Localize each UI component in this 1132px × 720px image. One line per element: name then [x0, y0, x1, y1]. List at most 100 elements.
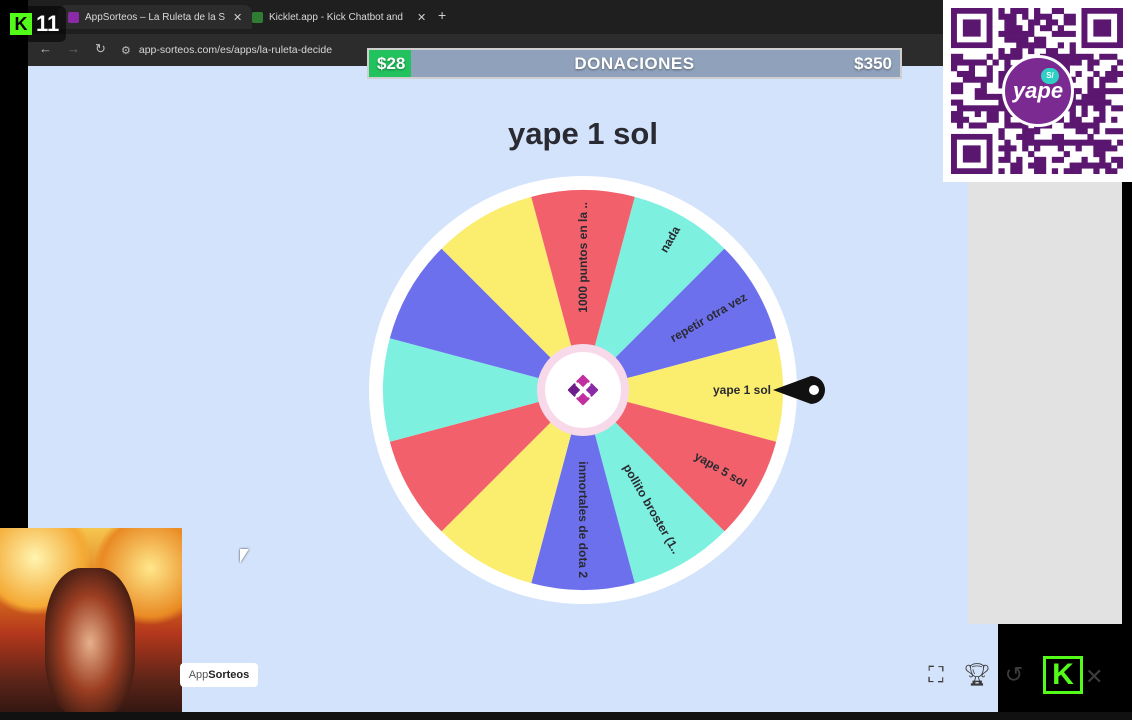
qr-module [1069, 139, 1076, 146]
qr-module [1099, 88, 1106, 95]
qr-module [968, 70, 976, 77]
new-tab-icon[interactable]: + [438, 7, 446, 23]
qr-module [1117, 128, 1123, 135]
qr-module [1093, 116, 1100, 123]
qr-module [1016, 8, 1023, 15]
qr-module [1016, 25, 1023, 32]
qr-module [1016, 36, 1023, 43]
qr-module [1075, 139, 1082, 146]
site-settings-icon[interactable]: ⚙ [121, 44, 131, 57]
qr-module [1093, 93, 1100, 100]
qr-module [1057, 53, 1064, 60]
back-arrow-icon[interactable]: ← [39, 41, 52, 56]
qr-module [968, 65, 976, 72]
qr-module [1075, 99, 1082, 106]
qr-module [986, 93, 993, 100]
qr-module [1093, 122, 1100, 129]
viewer-count: 11 [36, 11, 60, 36]
qr-module [1111, 116, 1118, 123]
qr-module [1117, 70, 1123, 77]
qr-module [1057, 25, 1064, 32]
qr-module [1111, 76, 1118, 83]
qr-module [1034, 42, 1041, 49]
qr-module [951, 116, 958, 123]
wheel-segment-label: 1000 puntos en la .. [576, 202, 590, 313]
qr-module [1045, 139, 1053, 146]
trophy-icon[interactable]: 🏆︎ [963, 662, 991, 688]
qr-module [1022, 36, 1029, 43]
qr-module [1093, 145, 1100, 152]
qr-module [980, 82, 987, 89]
forward-arrow-icon[interactable]: → [67, 41, 80, 56]
tab-kicklet[interactable]: Kicklet.app - Kick Chatbot and ✕ [252, 5, 426, 29]
qr-module [1045, 48, 1053, 55]
qr-module [998, 8, 1005, 15]
qr-module [1028, 19, 1035, 26]
viewer-count-badge: K 11 [4, 6, 66, 42]
qr-module [956, 105, 964, 112]
qr-module [1069, 42, 1076, 49]
qr-module [1117, 139, 1123, 146]
address-bar[interactable]: ⚙ app-sorteos.com/es/apps/la-ruleta-deci… [121, 39, 361, 61]
qr-module [1087, 65, 1094, 72]
reset-icon[interactable]: ↺ [1002, 662, 1026, 688]
reload-icon[interactable]: ↻ [95, 41, 106, 57]
qr-module [1063, 13, 1070, 20]
qr-module [1099, 53, 1106, 60]
qr-module [974, 122, 981, 129]
qr-module [1051, 156, 1059, 163]
qr-module [1105, 99, 1112, 106]
qr-module [951, 88, 958, 95]
tab-close-icon[interactable]: ✕ [233, 11, 242, 24]
qr-module [1093, 128, 1100, 135]
qr-module [962, 116, 970, 123]
mouse-cursor-icon [240, 549, 249, 563]
qr-module [980, 93, 987, 100]
qr-module [1069, 30, 1076, 37]
qr-module [1039, 139, 1047, 146]
tab-appsorteos[interactable]: AppSorteos – La Ruleta de la Su ✕ [58, 5, 253, 29]
qr-module [951, 53, 958, 60]
qr-module [974, 111, 981, 118]
qr-module [1004, 122, 1011, 129]
wheel-peg [436, 530, 443, 537]
qr-module [1093, 59, 1100, 66]
qr-module [1034, 156, 1041, 163]
qr-module [1010, 53, 1017, 60]
qr-module [951, 65, 958, 72]
qr-module [1028, 30, 1035, 37]
close-icon[interactable]: ✕ [1085, 664, 1103, 690]
qr-module [1028, 25, 1035, 32]
browser-tab-bar: AppSorteos – La Ruleta de la Su ✕ Kickle… [28, 0, 948, 34]
qr-module [1063, 30, 1070, 37]
qr-module [998, 145, 1005, 152]
roulette-wheel[interactable]: nadarepetir otra vezyape 1 solyape 5 sol… [366, 174, 836, 614]
qr-module [1069, 13, 1076, 20]
qr-module [1081, 99, 1088, 106]
qr-module [1099, 105, 1106, 112]
qr-module [998, 105, 1005, 112]
qr-module [1069, 162, 1076, 169]
qr-module [1087, 133, 1094, 140]
brand-prefix: App [188, 669, 209, 681]
qr-module [998, 168, 1005, 174]
wheel-segment-label: inmortales de dota 2 [576, 461, 590, 578]
yape-logo-icon: yape S/ [1002, 55, 1074, 127]
qr-module [1117, 88, 1123, 95]
qr-module [992, 111, 999, 118]
qr-module [1022, 139, 1029, 146]
qr-module [1099, 99, 1106, 106]
qr-module [992, 93, 999, 100]
fullscreen-icon[interactable]: ⛶ [924, 662, 948, 688]
qr-module [980, 122, 987, 129]
qr-module [956, 70, 964, 77]
wheel-segment-label-group: 1000 puntos en la .. [576, 202, 590, 313]
qr-module [974, 88, 981, 95]
qr-module [1105, 162, 1112, 169]
qr-module [992, 105, 999, 112]
qr-module [1057, 156, 1064, 163]
qr-module [986, 111, 993, 118]
appsorteos-brand-label[interactable]: App Sorteos [180, 663, 258, 687]
tab-close-icon[interactable]: ✕ [417, 11, 426, 24]
qr-module [992, 116, 999, 123]
